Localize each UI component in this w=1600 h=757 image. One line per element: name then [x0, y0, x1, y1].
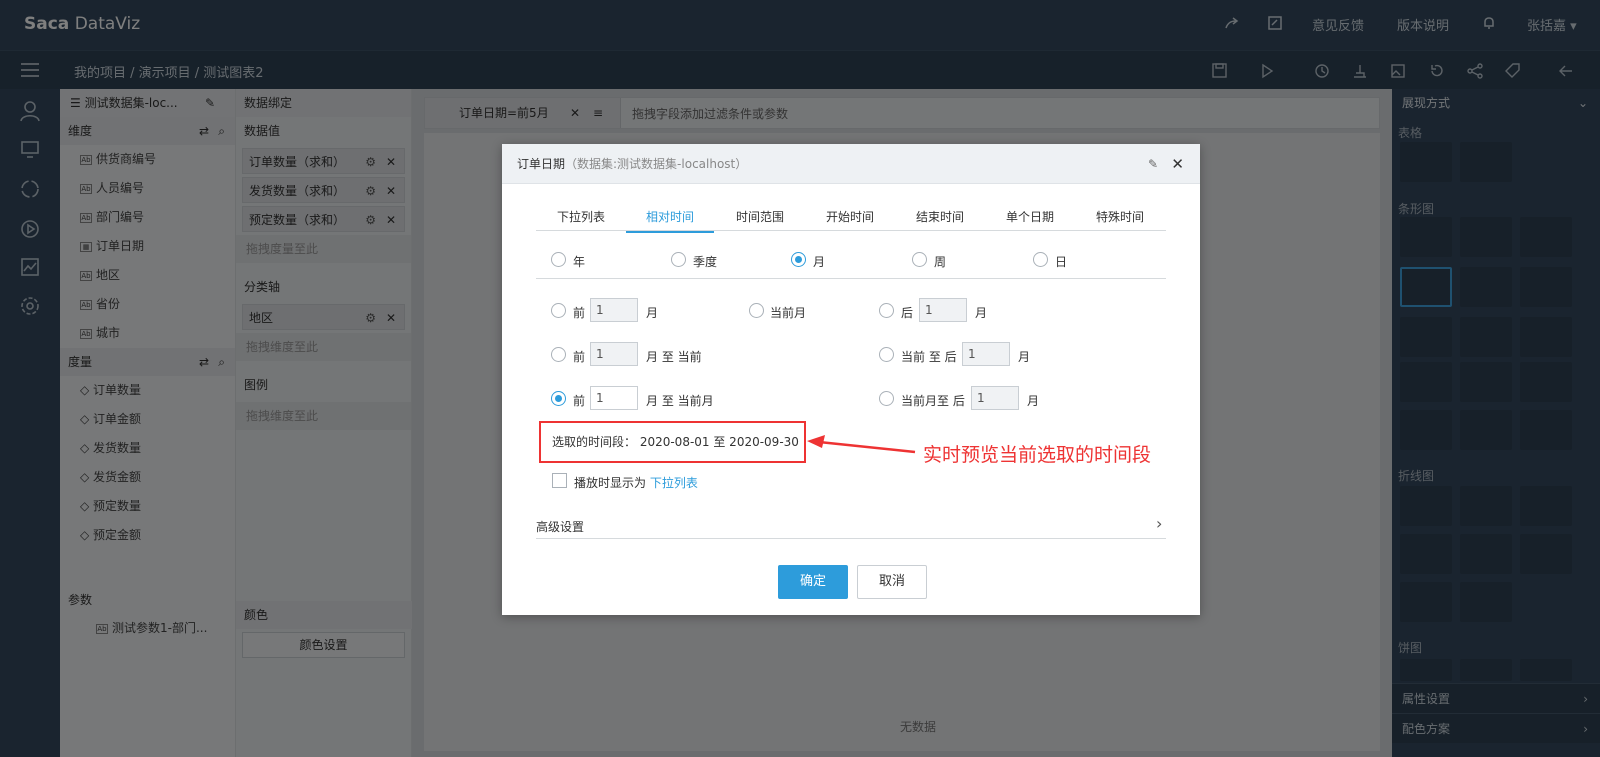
edit-icon[interactable]: ✎ — [1148, 144, 1158, 184]
opt-current-month-to-next-radio[interactable] — [879, 391, 894, 406]
confirm-button[interactable]: 确定 — [778, 565, 848, 599]
month-label: 月 — [646, 306, 659, 320]
current-month-to-next-label: 当前月至 后 — [901, 394, 965, 408]
unit-day-label: 日 — [1055, 255, 1068, 269]
tab-end-time[interactable]: 结束时间 — [916, 208, 964, 225]
tab-relative-time[interactable]: 相对时间 — [626, 208, 715, 233]
opt-prev-to-current-radio[interactable] — [551, 347, 566, 362]
annotation-arrow — [807, 435, 916, 454]
unit-week-radio[interactable] — [912, 252, 927, 267]
unit-quarter-label: 季度 — [693, 255, 718, 269]
month-to-current-month-label: 月 至 当前月 — [646, 394, 714, 408]
unit-quarter-radio[interactable] — [671, 252, 686, 267]
unit-year-label: 年 — [573, 255, 586, 269]
opt-next-n-radio[interactable] — [879, 303, 894, 318]
next-label: 后 — [901, 306, 914, 320]
unit-year-radio[interactable] — [551, 252, 566, 267]
current-month-label: 当前月 — [770, 306, 807, 320]
divider — [536, 278, 1166, 279]
prev-to-current-month-input[interactable]: 1 — [590, 386, 638, 410]
unit-day-radio[interactable] — [1033, 252, 1048, 267]
month-label: 月 — [1027, 394, 1040, 408]
next-n-input[interactable]: 1 — [919, 298, 967, 322]
annotation-text: 实时预览当前选取的时间段 — [923, 444, 1152, 466]
tab-time-range[interactable]: 时间范围 — [736, 208, 784, 225]
opt-prev-label: 前 — [573, 394, 586, 408]
opt-current-month-radio[interactable] — [749, 303, 764, 318]
unit-month-label: 月 — [813, 255, 826, 269]
current-to-next-label: 当前 至 后 — [901, 350, 957, 364]
prev-to-current-input[interactable]: 1 — [590, 342, 638, 366]
relative-time-dialog: 订单日期（数据集:测试数据集-localhost） ✎ ✕ 下拉列表 相对时间 … — [502, 144, 1200, 615]
opt-prev-to-current-month-radio[interactable] — [551, 391, 566, 406]
selected-period-preview: 选取的时间段： 2020-08-01 至 2020-09-30 — [539, 421, 806, 463]
tab-start-time[interactable]: 开始时间 — [826, 208, 874, 225]
tab-dropdown-list[interactable]: 下拉列表 — [557, 208, 605, 225]
play-display-label: 播放时显示为 下拉列表 — [574, 476, 698, 490]
month-label: 月 — [975, 306, 988, 320]
dialog-title: 订单日期（数据集:测试数据集-localhost） ✎ ✕ — [502, 144, 1200, 184]
dropdown-list-link[interactable]: 下拉列表 — [650, 476, 698, 490]
close-icon[interactable]: ✕ — [1171, 144, 1184, 184]
advanced-settings[interactable]: 高级设置 — [536, 518, 584, 535]
tab-special-time[interactable]: 特殊时间 — [1096, 208, 1144, 225]
dialog-tabs: 下拉列表 相对时间 时间范围 开始时间 结束时间 单个日期 特殊时间 — [536, 200, 1166, 233]
month-to-current-label: 月 至 当前 — [646, 350, 702, 364]
divider — [536, 538, 1166, 539]
unit-week-label: 周 — [934, 255, 947, 269]
opt-prev-n-radio[interactable] — [551, 303, 566, 318]
current-to-next-input[interactable]: 1 — [962, 342, 1010, 366]
cancel-button[interactable]: 取消 — [857, 565, 927, 599]
opt-current-to-next-radio[interactable] — [879, 347, 894, 362]
chevron-right-icon[interactable]: › — [1156, 514, 1162, 533]
unit-month-radio[interactable] — [791, 252, 806, 267]
opt-prev-label: 前 — [573, 350, 586, 364]
month-label: 月 — [1018, 350, 1031, 364]
prev-n-input[interactable]: 1 — [590, 298, 638, 322]
current-month-to-next-input[interactable]: 1 — [971, 386, 1019, 410]
tab-single-date[interactable]: 单个日期 — [1006, 208, 1054, 225]
play-display-checkbox[interactable] — [552, 473, 567, 488]
opt-prev-label: 前 — [573, 306, 586, 320]
